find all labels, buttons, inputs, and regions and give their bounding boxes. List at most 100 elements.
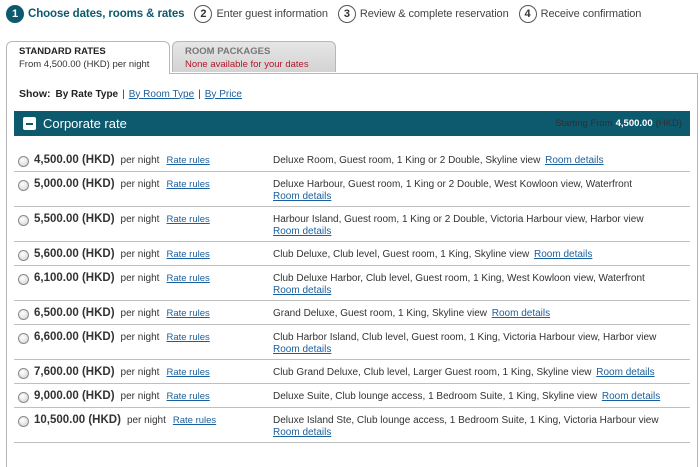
rates-list: 4,500.00 (HKD) per night Rate rules Deluxe … — [14, 148, 690, 443]
rate-radio-button[interactable] — [18, 250, 29, 261]
rate-rules-link[interactable]: Rate rules — [173, 415, 216, 426]
rate-row: 6,600.00 (HKD) per night Rate rules Club Ha… — [14, 325, 690, 360]
room-description-text: Harbour Island, Guest room, 1 King or 2 … — [273, 214, 644, 225]
rate-price: 7,600.00 (HKD) — [34, 366, 115, 378]
room-description: Club Deluxe, Club level, Guest room, 1 K… — [273, 249, 683, 261]
rate-radio-button[interactable] — [18, 156, 29, 167]
rate-row: 6,100.00 (HKD) per night Rate rules Club De… — [14, 266, 690, 301]
step-label: Choose dates, rooms & rates — [28, 8, 185, 20]
rate-rules-link[interactable]: Rate rules — [166, 308, 209, 319]
room-details-link[interactable]: Room details — [273, 191, 683, 203]
room-details-link[interactable]: Room details — [273, 285, 683, 297]
step-3: 3 Review & complete reservation — [337, 5, 509, 23]
step-number: 2 — [194, 5, 213, 23]
rate-price-group: 5,600.00 (HKD) per night Rate rules — [14, 248, 273, 261]
tab-room-packages[interactable]: ROOM PACKAGES None available for your da… — [172, 41, 336, 72]
rate-rules-link[interactable]: Rate rules — [166, 249, 209, 260]
per-night-label: per night — [120, 308, 160, 319]
rate-radio-button[interactable] — [18, 333, 29, 344]
per-night-label: per night — [120, 155, 160, 166]
sort-by-price-link[interactable]: By Price — [205, 89, 242, 100]
room-description: Club Harbor Island, Club level, Guest ro… — [273, 332, 683, 356]
sort-options: Show: By Rate Type | By Room Type | By P… — [19, 88, 242, 100]
rate-price: 4,500.00 (HKD) — [34, 154, 115, 166]
step-label: Receive confirmation — [540, 8, 642, 20]
room-description-text: Club Harbor Island, Club level, Guest ro… — [273, 332, 657, 343]
rates-panel: Show: By Rate Type | By Room Type | By P… — [6, 73, 698, 467]
room-description-text: Club Deluxe, Club level, Guest room, 1 K… — [273, 249, 530, 260]
rate-radio-button[interactable] — [18, 392, 29, 403]
room-details-link[interactable]: Room details — [492, 308, 550, 319]
rate-price: 6,100.00 (HKD) — [34, 272, 115, 284]
room-description-text: Deluxe Island Ste, Club lounge access, 1… — [273, 415, 659, 426]
per-night-label: per night — [126, 415, 166, 426]
rate-rules-link[interactable]: Rate rules — [166, 332, 209, 343]
room-details-link[interactable]: Room details — [545, 155, 603, 166]
room-details-link[interactable]: Room details — [534, 249, 592, 260]
step-label: Enter guest information — [216, 8, 328, 20]
room-description: Club Grand Deluxe, Club level, Larger Gu… — [273, 367, 683, 379]
rate-tabs: STANDARD RATES From 4,500.00 (HKD) per n… — [6, 41, 338, 74]
rate-price: 5,600.00 (HKD) — [34, 248, 115, 260]
collapse-icon[interactable] — [23, 117, 36, 130]
rate-radio-button[interactable] — [18, 416, 29, 427]
per-night-label: per night — [120, 179, 160, 190]
rate-radio-button[interactable] — [18, 215, 29, 226]
per-night-label: per night — [120, 249, 160, 260]
rate-group-header[interactable]: Corporate rate Starting From 4,500.00 (H… — [14, 111, 690, 136]
step-4: 4 Receive confirmation — [518, 5, 642, 23]
rate-rules-link[interactable]: Rate rules — [166, 391, 209, 402]
per-night-label: per night — [120, 214, 160, 225]
room-details-link[interactable]: Room details — [596, 367, 654, 378]
step-1: 1 Choose dates, rooms & rates — [6, 5, 185, 23]
rate-rules-link[interactable]: Rate rules — [166, 179, 209, 190]
room-description: Grand Deluxe, Guest room, 1 King, Skylin… — [273, 308, 683, 320]
room-description: Club Deluxe Harbor, Club level, Guest ro… — [273, 273, 683, 297]
step-label: Review & complete reservation — [359, 8, 509, 20]
rate-radio-button[interactable] — [18, 274, 29, 285]
sort-by-room-type-link[interactable]: By Room Type — [129, 89, 194, 100]
progress-steps: 1 Choose dates, rooms & rates 2 Enter gu… — [6, 4, 651, 24]
rate-row: 5,000.00 (HKD) per night Rate rules Deluxe … — [14, 172, 690, 207]
separator: | — [122, 88, 125, 100]
starting-from: Starting From 4,500.00 (HKD) — [555, 118, 682, 129]
rate-rules-link[interactable]: Rate rules — [166, 155, 209, 166]
rate-price: 5,000.00 (HKD) — [34, 178, 115, 190]
rate-price: 6,600.00 (HKD) — [34, 331, 115, 343]
step-2: 2 Enter guest information — [194, 5, 328, 23]
rate-price-group: 7,600.00 (HKD) per night Rate rules — [14, 366, 273, 379]
room-description: Deluxe Suite, Club lounge access, 1 Bedr… — [273, 391, 683, 403]
room-description-text: Grand Deluxe, Guest room, 1 King, Skylin… — [273, 308, 487, 319]
room-description: Deluxe Room, Guest room, 1 King or 2 Dou… — [273, 155, 683, 167]
rate-rules-link[interactable]: Rate rules — [166, 214, 209, 225]
rate-price: 5,500.00 (HKD) — [34, 213, 115, 225]
sort-by-rate-type: By Rate Type — [55, 88, 119, 100]
room-description: Deluxe Island Ste, Club lounge access, 1… — [273, 415, 683, 439]
room-description-text: Deluxe Harbour, Guest room, 1 King or 2 … — [273, 179, 633, 190]
rate-rules-link[interactable]: Rate rules — [166, 367, 209, 378]
rate-row: 7,600.00 (HKD) per night Rate rules Club Gr… — [14, 360, 690, 384]
rate-rules-link[interactable]: Rate rules — [166, 273, 209, 284]
rate-row: 5,600.00 (HKD) per night Rate rules Club De… — [14, 242, 690, 266]
room-details-link[interactable]: Room details — [602, 391, 660, 402]
room-description: Deluxe Harbour, Guest room, 1 King or 2 … — [273, 179, 683, 203]
rate-radio-button[interactable] — [18, 180, 29, 191]
step-number: 3 — [337, 5, 356, 23]
rate-price: 9,000.00 (HKD) — [34, 390, 115, 402]
tab-subtitle: From 4,500.00 (HKD) per night — [19, 59, 150, 70]
room-description: Harbour Island, Guest room, 1 King or 2 … — [273, 214, 683, 238]
room-description-text: Club Deluxe Harbor, Club level, Guest ro… — [273, 273, 645, 284]
rate-radio-button[interactable] — [18, 368, 29, 379]
rate-radio-button[interactable] — [18, 309, 29, 320]
tab-standard-rates[interactable]: STANDARD RATES From 4,500.00 (HKD) per n… — [6, 41, 170, 74]
room-description-text: Deluxe Room, Guest room, 1 King or 2 Dou… — [273, 155, 541, 166]
step-number: 1 — [6, 5, 24, 23]
tab-title: ROOM PACKAGES — [185, 46, 271, 57]
room-details-link[interactable]: Room details — [273, 226, 683, 238]
rate-price-group: 6,100.00 (HKD) per night Rate rules — [14, 272, 273, 285]
room-description-text: Deluxe Suite, Club lounge access, 1 Bedr… — [273, 391, 598, 402]
rate-row: 6,500.00 (HKD) per night Rate rules Grand D… — [14, 301, 690, 325]
room-details-link[interactable]: Room details — [273, 427, 683, 439]
tab-title: STANDARD RATES — [19, 46, 106, 57]
room-details-link[interactable]: Room details — [273, 344, 683, 356]
